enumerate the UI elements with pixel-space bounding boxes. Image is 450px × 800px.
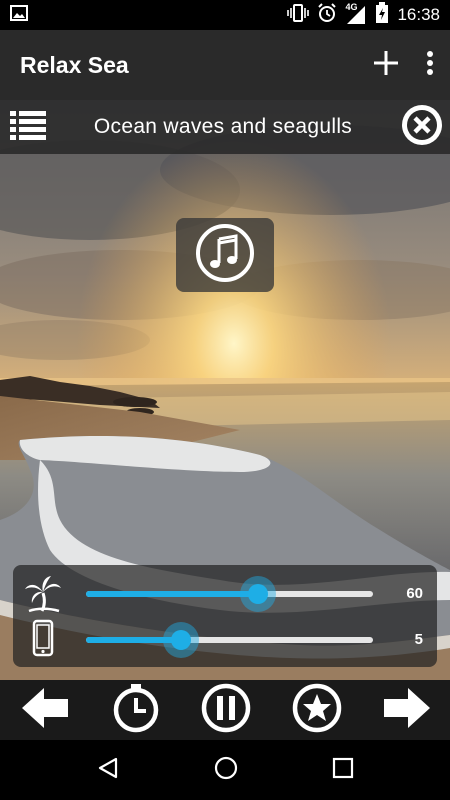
palm-tree-icon [23,573,63,613]
app-title: Relax Sea [20,51,129,78]
device-volume-value: 5 [414,631,423,648]
signal-icon: 4G [345,2,367,25]
image-icon [10,4,28,26]
music-note-icon [195,223,255,288]
add-icon[interactable] [372,49,400,82]
device-volume-slider[interactable] [86,622,373,658]
pause-icon[interactable] [201,683,251,738]
overflow-menu-icon[interactable] [426,50,434,81]
home-icon[interactable] [213,755,239,786]
network-type: 4G [345,2,358,12]
phone-icon [23,619,63,659]
status-bar: 4G 16:38 [0,0,450,30]
nature-volume-value: 60 [406,585,423,602]
device-volume-thumb[interactable] [162,622,199,658]
nature-volume-slider[interactable] [86,576,373,612]
device-volume-slider-row: 5 [13,616,437,662]
arrow-left-icon[interactable] [20,687,70,734]
clock: 16:38 [397,5,440,24]
playback-controls [0,680,450,740]
track-bar: Ocean waves and seagulls [0,100,450,154]
playlist-icon[interactable] [10,110,46,145]
track-title: Ocean waves and seagulls [93,115,353,138]
battery-charging-icon [375,1,389,29]
nature-volume-thumb[interactable] [240,576,277,612]
vibrate-icon [287,3,310,27]
app-bar: Relax Sea [0,30,450,100]
star-icon[interactable] [292,683,342,738]
close-circle-icon[interactable] [400,103,444,152]
back-icon[interactable] [96,756,120,785]
volume-panel: 60 5 [13,565,437,667]
arrow-right-icon[interactable] [382,687,432,734]
timer-icon[interactable] [111,683,161,738]
nature-volume-fill [86,591,259,597]
alarm-icon [317,2,337,28]
system-nav-bar [0,740,450,800]
recents-icon[interactable] [332,757,354,784]
now-playing-button[interactable] [176,218,274,292]
nature-volume-slider-row: 60 [13,570,437,616]
